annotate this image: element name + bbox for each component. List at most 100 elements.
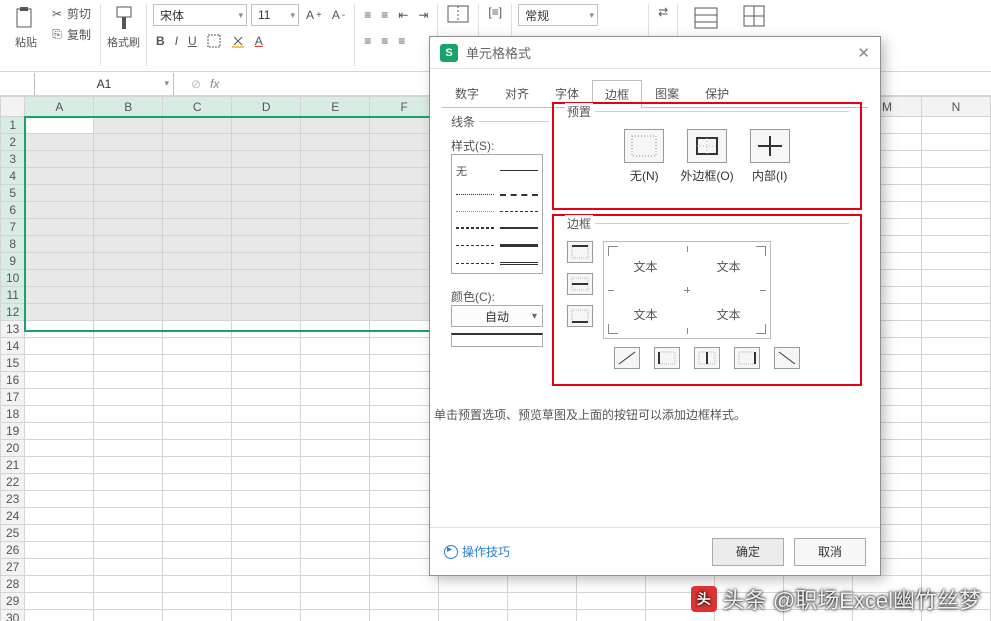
line-style-opt[interactable] bbox=[500, 244, 538, 247]
cancel-fx-icon[interactable]: ⊘ bbox=[188, 76, 204, 92]
col-header[interactable]: D bbox=[232, 97, 301, 117]
cell[interactable] bbox=[232, 423, 301, 440]
cell[interactable] bbox=[163, 610, 232, 621]
cell[interactable] bbox=[301, 253, 370, 270]
cell[interactable] bbox=[301, 423, 370, 440]
cell[interactable] bbox=[921, 355, 990, 372]
line-style-opt[interactable] bbox=[500, 194, 538, 196]
cell[interactable] bbox=[921, 423, 990, 440]
cell[interactable] bbox=[577, 593, 646, 610]
cell[interactable] bbox=[94, 338, 163, 355]
cell[interactable] bbox=[25, 491, 94, 508]
cell[interactable] bbox=[25, 338, 94, 355]
align-center-icon[interactable]: ≡ bbox=[378, 33, 391, 49]
cell[interactable] bbox=[94, 168, 163, 185]
cell[interactable] bbox=[25, 389, 94, 406]
cell[interactable] bbox=[301, 576, 370, 593]
copy-button[interactable]: ⎘ 复制 bbox=[46, 25, 94, 44]
cell[interactable] bbox=[94, 406, 163, 423]
cell[interactable] bbox=[163, 508, 232, 525]
border-diag-down-button[interactable] bbox=[774, 347, 800, 369]
cell[interactable] bbox=[163, 474, 232, 491]
cell[interactable] bbox=[94, 236, 163, 253]
align-mid-icon[interactable]: ≡ bbox=[378, 7, 391, 23]
row-header[interactable]: 5 bbox=[1, 185, 25, 202]
cell[interactable] bbox=[921, 134, 990, 151]
row-header[interactable]: 24 bbox=[1, 508, 25, 525]
cell[interactable] bbox=[163, 406, 232, 423]
cell[interactable] bbox=[301, 185, 370, 202]
cell[interactable] bbox=[921, 525, 990, 542]
cell[interactable] bbox=[25, 134, 94, 151]
cell[interactable] bbox=[232, 117, 301, 134]
cell[interactable] bbox=[163, 185, 232, 202]
row-header[interactable]: 14 bbox=[1, 338, 25, 355]
row-header[interactable]: 15 bbox=[1, 355, 25, 372]
cell[interactable] bbox=[25, 117, 94, 134]
tips-link[interactable]: 操作技巧 bbox=[444, 543, 510, 560]
cell[interactable] bbox=[163, 423, 232, 440]
cell[interactable] bbox=[163, 491, 232, 508]
line-style-none[interactable]: 无 bbox=[456, 163, 494, 179]
line-style-opt[interactable] bbox=[500, 211, 538, 212]
cell[interactable] bbox=[94, 576, 163, 593]
cell[interactable] bbox=[577, 610, 646, 621]
cell[interactable] bbox=[921, 338, 990, 355]
merge-cells-icon[interactable] bbox=[444, 4, 472, 24]
cell[interactable] bbox=[232, 372, 301, 389]
cell[interactable] bbox=[301, 559, 370, 576]
line-style-opt[interactable] bbox=[500, 170, 538, 171]
cell[interactable] bbox=[25, 151, 94, 168]
cell[interactable] bbox=[301, 304, 370, 321]
cell[interactable] bbox=[301, 593, 370, 610]
cell[interactable] bbox=[370, 593, 439, 610]
border-button[interactable] bbox=[204, 33, 224, 49]
cell[interactable] bbox=[232, 593, 301, 610]
cell[interactable] bbox=[94, 321, 163, 338]
cell[interactable] bbox=[232, 491, 301, 508]
italic-button[interactable]: I bbox=[172, 33, 181, 49]
cell[interactable] bbox=[25, 423, 94, 440]
cell[interactable] bbox=[25, 219, 94, 236]
cell[interactable] bbox=[301, 236, 370, 253]
cell[interactable] bbox=[25, 355, 94, 372]
cell[interactable] bbox=[301, 151, 370, 168]
cell[interactable] bbox=[301, 525, 370, 542]
cell[interactable] bbox=[232, 270, 301, 287]
cell[interactable] bbox=[921, 457, 990, 474]
cell[interactable] bbox=[163, 389, 232, 406]
cell[interactable] bbox=[25, 185, 94, 202]
cond-format-icon[interactable] bbox=[692, 4, 720, 32]
preset-inside-button[interactable] bbox=[750, 129, 790, 163]
cell[interactable] bbox=[25, 372, 94, 389]
line-style-opt[interactable] bbox=[456, 227, 494, 229]
cell[interactable] bbox=[94, 270, 163, 287]
cell[interactable] bbox=[921, 542, 990, 559]
indent-inc-icon[interactable]: ⇥ bbox=[415, 7, 431, 23]
line-style-list[interactable]: 无 bbox=[451, 154, 543, 274]
tab-align[interactable]: 对齐 bbox=[492, 79, 542, 107]
col-header[interactable]: C bbox=[163, 97, 232, 117]
line-color-select[interactable]: 自动 bbox=[451, 305, 543, 327]
cell[interactable] bbox=[163, 559, 232, 576]
cell[interactable] bbox=[25, 593, 94, 610]
cell[interactable] bbox=[94, 185, 163, 202]
cell[interactable] bbox=[163, 440, 232, 457]
cell[interactable] bbox=[301, 491, 370, 508]
cell[interactable] bbox=[163, 287, 232, 304]
cell[interactable] bbox=[439, 576, 508, 593]
table-format-icon[interactable] bbox=[740, 4, 768, 28]
cell[interactable] bbox=[25, 576, 94, 593]
cell[interactable] bbox=[94, 219, 163, 236]
cell[interactable] bbox=[921, 270, 990, 287]
row-header[interactable]: 9 bbox=[1, 253, 25, 270]
cell[interactable] bbox=[163, 525, 232, 542]
border-right-button[interactable] bbox=[734, 347, 760, 369]
cell[interactable] bbox=[301, 202, 370, 219]
underline-button[interactable]: U bbox=[185, 33, 200, 49]
cell[interactable] bbox=[370, 610, 439, 621]
cell[interactable] bbox=[163, 134, 232, 151]
row-header[interactable]: 22 bbox=[1, 474, 25, 491]
cell[interactable] bbox=[25, 457, 94, 474]
border-vmid-button[interactable] bbox=[694, 347, 720, 369]
